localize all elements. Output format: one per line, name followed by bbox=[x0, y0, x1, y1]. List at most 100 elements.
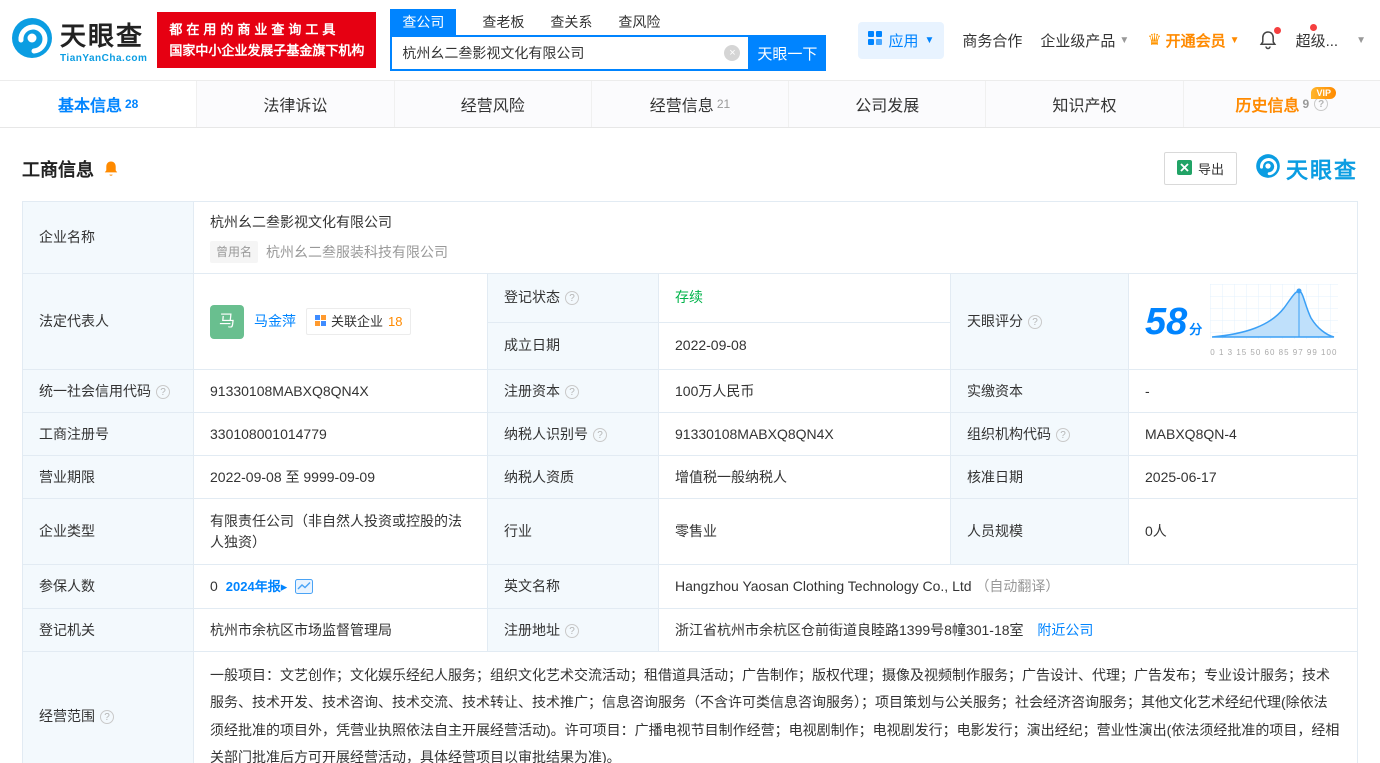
label-taxpayer-quality: 纳税人资质 bbox=[487, 455, 659, 499]
org-code-help-icon[interactable]: ? bbox=[1056, 427, 1070, 442]
related-companies-icon bbox=[315, 312, 326, 332]
tab-basic-info-count: 28 bbox=[124, 97, 139, 111]
top-header: 天眼查 TianYanCha.com 都在用的商业查询工具 国家中小企业发展子基… bbox=[0, 0, 1380, 80]
notification-dot bbox=[1273, 27, 1281, 34]
account-dot bbox=[1309, 23, 1317, 31]
label-english-name: 英文名称 bbox=[487, 564, 659, 609]
notification-bell-icon[interactable] bbox=[1258, 27, 1281, 50]
value-registered-address: 浙江省杭州市余杭区仓前街道良睦路1399号8幢301-18室 附近公司 bbox=[658, 608, 1358, 652]
vip-label: 开通会员 bbox=[1165, 32, 1226, 50]
status-help-icon[interactable]: ? bbox=[565, 291, 579, 306]
value-business-term: 2022-09-08 至 9999-09-09 bbox=[193, 455, 488, 499]
label-taxpayer-id: 纳税人识别号? bbox=[487, 412, 659, 456]
apps-menu-button[interactable]: 应用 ▼ bbox=[858, 21, 945, 59]
vip-badge: VIP bbox=[1311, 87, 1336, 99]
trend-chart-icon[interactable] bbox=[295, 579, 314, 594]
brand-text: 天眼查 bbox=[1285, 157, 1358, 183]
tab-history-count: 9 bbox=[1302, 97, 1310, 111]
excel-icon bbox=[1176, 159, 1192, 178]
value-credit-code: 91330108MABXQ8QN4X bbox=[193, 369, 488, 413]
label-tianyan-score: 天眼评分? bbox=[950, 273, 1129, 370]
value-registered-capital: 100万人民币 bbox=[658, 369, 951, 413]
value-paid-capital: - bbox=[1128, 369, 1358, 413]
tab-intellectual-property[interactable]: 知识产权 bbox=[986, 81, 1184, 127]
tianyancha-logo[interactable]: 天眼查 TianYanCha.com bbox=[10, 16, 147, 65]
value-staff-size: 0人 bbox=[1128, 498, 1358, 565]
menu-enterprise-products[interactable]: 企业级产品 ▼ bbox=[1040, 30, 1129, 51]
tab-history-label: 历史信息 bbox=[1235, 98, 1300, 115]
value-insured-count: 0 2024年报▸ bbox=[193, 564, 488, 609]
value-industry: 零售业 bbox=[658, 498, 951, 565]
crown-icon: ♛ bbox=[1147, 32, 1162, 49]
former-name-tag: 曾用名 bbox=[210, 241, 259, 263]
label-org-code: 组织机构代码? bbox=[950, 412, 1129, 456]
label-registration-number: 工商注册号 bbox=[22, 412, 194, 456]
tab-ip-label: 知识产权 bbox=[1052, 98, 1117, 115]
search-input[interactable] bbox=[390, 35, 749, 71]
search-tab-risk[interactable]: 查风险 bbox=[618, 12, 660, 32]
label-industry: 行业 bbox=[487, 498, 659, 565]
legal-rep-avatar[interactable]: 马 bbox=[210, 304, 244, 339]
account-caret-icon[interactable]: ▼ bbox=[1356, 35, 1366, 46]
value-registration-number: 330108001014779 bbox=[193, 412, 488, 456]
value-business-scope: 一般项目：文艺创作；文化娱乐经纪人服务；组织文化艺术交流活动；租借道具活动；广告… bbox=[193, 650, 1358, 763]
annual-report-link[interactable]: 2024年报▸ bbox=[226, 577, 287, 597]
slogan-line1: 都在用的商业查询工具 bbox=[169, 21, 340, 37]
user-account[interactable]: 超级... bbox=[1295, 23, 1339, 51]
export-button[interactable]: 导出 bbox=[1163, 152, 1237, 185]
search-tab-boss[interactable]: 查老板 bbox=[482, 12, 524, 32]
related-companies-label: 关联企业 bbox=[331, 313, 384, 329]
nearby-companies-link[interactable]: 附近公司 bbox=[1037, 622, 1093, 638]
reg-capital-help-icon[interactable]: ? bbox=[565, 384, 579, 399]
tab-operation-info[interactable]: 经营信息 21 bbox=[592, 81, 790, 127]
label-staff-size: 人员规模 bbox=[950, 498, 1129, 565]
label-business-term: 营业期限 bbox=[22, 455, 194, 499]
enterprise-caret-icon: ▼ bbox=[1119, 34, 1130, 46]
user-name-label: 超级... bbox=[1295, 32, 1339, 50]
brand-watermark: 天眼查 bbox=[1255, 153, 1358, 185]
monitor-bell-icon[interactable] bbox=[102, 160, 120, 178]
value-legal-representative: 马 马金萍 关联企业 18 bbox=[193, 273, 488, 370]
value-english-name: Hangzhou Yaosan Clothing Technology Co.,… bbox=[658, 564, 1358, 609]
tab-basic-info[interactable]: 基本信息 28 bbox=[0, 81, 198, 127]
tab-history-info[interactable]: VIP 历史信息 9 ? bbox=[1184, 81, 1380, 127]
tab-operation-label: 经营信息 bbox=[649, 98, 714, 115]
menu-open-vip[interactable]: ♛ 开通会员 ▼ bbox=[1147, 30, 1239, 51]
label-establish-date: 成立日期 bbox=[487, 321, 659, 371]
header-right-menu: 应用 ▼ 商务合作 企业级产品 ▼ ♛ 开通会员 ▼ 超级... ▼ bbox=[858, 21, 1366, 59]
search-button[interactable]: 天眼一下 bbox=[748, 35, 827, 71]
value-company-name: 杭州幺二叁影视文化有限公司 曾用名 杭州幺二叁服装科技有限公司 bbox=[193, 201, 1358, 274]
score-number: 58 分 bbox=[1145, 300, 1203, 343]
logo-text-cn: 天眼查 bbox=[60, 21, 145, 51]
company-nav-tabs: 基本信息 28 法律诉讼 经营风险 经营信息 21 公司发展 知识产权 VIP … bbox=[0, 80, 1380, 128]
tab-company-development[interactable]: 公司发展 bbox=[789, 81, 987, 127]
tab-operation-count: 21 bbox=[716, 97, 731, 111]
tab-legal-proceedings[interactable]: 法律诉讼 bbox=[197, 81, 395, 127]
search-area: 查公司 查老板 查关系 查风险 × 天眼一下 bbox=[390, 9, 827, 71]
value-establish-date: 2022-09-08 bbox=[658, 321, 951, 371]
menu-business-coop[interactable]: 商务合作 bbox=[962, 30, 1022, 51]
address-help-icon[interactable]: ? bbox=[565, 623, 579, 638]
search-tab-relation[interactable]: 查关系 bbox=[550, 12, 592, 32]
legal-rep-link[interactable]: 马金萍 bbox=[254, 311, 296, 332]
tab-operation-risk[interactable]: 经营风险 bbox=[395, 81, 592, 127]
credit-code-help-icon[interactable]: ? bbox=[156, 384, 170, 399]
related-companies-count: 18 bbox=[388, 313, 403, 329]
score-help-icon[interactable]: ? bbox=[1028, 315, 1042, 329]
label-registered-address: 注册地址? bbox=[487, 608, 659, 652]
taxpayer-help-icon[interactable]: ? bbox=[593, 427, 607, 442]
search-tab-company[interactable]: 查公司 bbox=[390, 9, 457, 35]
history-help-icon[interactable]: ? bbox=[1314, 97, 1329, 111]
value-taxpayer-id: 91330108MABXQ8QN4X bbox=[658, 412, 951, 456]
export-label: 导出 bbox=[1197, 162, 1224, 177]
value-registration-authority: 杭州市余杭区市场监督管理局 bbox=[193, 608, 488, 652]
related-companies-badge[interactable]: 关联企业 18 bbox=[306, 307, 412, 336]
business-info-table: 企业名称 杭州幺二叁影视文化有限公司 曾用名 杭州幺二叁服装科技有限公司 法定代… bbox=[22, 201, 1358, 763]
label-approval-date: 核准日期 bbox=[950, 455, 1129, 499]
enterprise-label: 企业级产品 bbox=[1040, 32, 1116, 50]
insured-number: 0 bbox=[210, 578, 218, 594]
scope-help-icon[interactable]: ? bbox=[100, 710, 114, 725]
section-head: 工商信息 导出 天眼查 bbox=[22, 152, 1358, 185]
status-text: 存续 bbox=[675, 289, 703, 306]
tab-basic-info-label: 基本信息 bbox=[57, 98, 122, 115]
